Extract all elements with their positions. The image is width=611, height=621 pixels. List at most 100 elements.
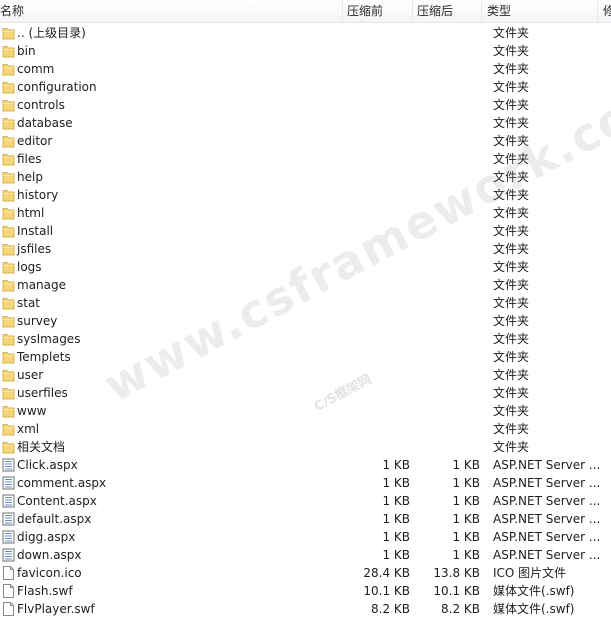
folder-icon xyxy=(2,386,15,400)
file-row[interactable]: xml 文件夹 xyxy=(0,420,611,438)
file-row[interactable]: database 文件夹 xyxy=(0,114,611,132)
file-name: xml xyxy=(17,422,40,436)
file-name: survey xyxy=(17,314,58,328)
file-type: 文件夹 xyxy=(493,152,530,166)
file-type: 文件夹 xyxy=(493,224,530,238)
file-row[interactable]: 相关文档 文件夹 xyxy=(0,438,611,456)
folder-icon xyxy=(2,422,15,436)
column-original-header[interactable]: 压缩后 xyxy=(417,4,453,18)
file-name: Flash.swf xyxy=(17,584,73,598)
file-compressed-size: 28.4 KB xyxy=(363,566,410,580)
column-compressed-header[interactable]: 压缩前 xyxy=(347,4,383,18)
file-row[interactable]: logs 文件夹 xyxy=(0,258,611,276)
column-name-header[interactable]: 名称 xyxy=(0,4,24,18)
file-name: userfiles xyxy=(17,386,68,400)
file-row[interactable]: Click.aspx 1 KB 1 KB ASP.NET Server ... xyxy=(0,456,611,474)
file-type: 媒体文件(.swf) xyxy=(493,584,575,598)
file-row[interactable]: userfiles 文件夹 xyxy=(0,384,611,402)
blank-file-icon xyxy=(2,566,15,580)
file-row[interactable]: default.aspx 1 KB 1 KB ASP.NET Server ... xyxy=(0,510,611,528)
file-type: 文件夹 xyxy=(493,386,530,400)
file-row[interactable]: help 文件夹 xyxy=(0,168,611,186)
folder-icon xyxy=(2,44,15,58)
file-original-size: 13.8 KB xyxy=(433,566,480,580)
file-compressed-size: 1 KB xyxy=(382,530,410,544)
column-divider[interactable] xyxy=(412,0,413,22)
folder-icon xyxy=(2,404,15,418)
folder-icon xyxy=(2,134,15,148)
file-type: 文件夹 xyxy=(493,296,530,310)
column-divider[interactable] xyxy=(597,0,598,22)
file-type: ICO 图片文件 xyxy=(493,566,567,580)
folder-icon xyxy=(2,242,15,256)
file-row[interactable]: controls 文件夹 xyxy=(0,96,611,114)
folder-icon xyxy=(2,116,15,130)
file-original-size: 1 KB xyxy=(452,512,480,526)
file-name: digg.aspx xyxy=(17,530,76,544)
file-row[interactable]: bin 文件夹 xyxy=(0,42,611,60)
file-row[interactable]: comm 文件夹 xyxy=(0,60,611,78)
folder-icon xyxy=(2,296,15,310)
file-name: Templets xyxy=(17,350,71,364)
file-row[interactable]: comment.aspx 1 KB 1 KB ASP.NET Server ... xyxy=(0,474,611,492)
file-row[interactable]: Install 文件夹 xyxy=(0,222,611,240)
file-row[interactable]: history 文件夹 xyxy=(0,186,611,204)
file-type: 文件夹 xyxy=(493,44,530,58)
file-row[interactable]: favicon.ico 28.4 KB 13.8 KB ICO 图片文件 xyxy=(0,564,611,582)
file-name: Click.aspx xyxy=(17,458,78,472)
file-name: Content.aspx xyxy=(17,494,97,508)
folder-icon xyxy=(2,350,15,364)
file-row[interactable]: down.aspx 1 KB 1 KB ASP.NET Server ... xyxy=(0,546,611,564)
folder-icon xyxy=(2,368,15,382)
file-row[interactable]: sysImages 文件夹 xyxy=(0,330,611,348)
file-original-size: 1 KB xyxy=(452,530,480,544)
file-row[interactable]: FlvPlayer.swf 8.2 KB 8.2 KB 媒体文件(.swf) xyxy=(0,600,611,618)
file-name: editor xyxy=(17,134,53,148)
column-modified-header[interactable]: 修 xyxy=(603,4,611,18)
file-row[interactable]: www 文件夹 xyxy=(0,402,611,420)
file-row[interactable]: user 文件夹 xyxy=(0,366,611,384)
column-divider[interactable] xyxy=(481,0,482,22)
file-row[interactable]: survey 文件夹 xyxy=(0,312,611,330)
file-row[interactable]: files 文件夹 xyxy=(0,150,611,168)
file-name: favicon.ico xyxy=(17,566,82,580)
folder-icon xyxy=(2,260,15,274)
file-row[interactable]: .. (上级目录) 文件夹 xyxy=(0,24,611,42)
file-row[interactable]: editor 文件夹 xyxy=(0,132,611,150)
file-type: 媒体文件(.swf) xyxy=(493,602,575,616)
file-compressed-size: 10.1 KB xyxy=(363,584,410,598)
file-name: sysImages xyxy=(17,332,81,346)
file-name: user xyxy=(17,368,44,382)
file-type: 文件夹 xyxy=(493,440,530,454)
file-compressed-size: 8.2 KB xyxy=(371,602,410,616)
file-type: ASP.NET Server ... xyxy=(493,476,601,490)
folder-icon xyxy=(2,332,15,346)
file-row[interactable]: jsfiles 文件夹 xyxy=(0,240,611,258)
file-row[interactable]: html 文件夹 xyxy=(0,204,611,222)
file-row[interactable]: stat 文件夹 xyxy=(0,294,611,312)
file-row[interactable]: digg.aspx 1 KB 1 KB ASP.NET Server ... xyxy=(0,528,611,546)
file-type: ASP.NET Server ... xyxy=(493,458,601,472)
file-row[interactable]: Flash.swf 10.1 KB 10.1 KB 媒体文件(.swf) xyxy=(0,582,611,600)
column-divider[interactable] xyxy=(342,0,343,22)
file-type: 文件夹 xyxy=(493,368,530,382)
file-type: 文件夹 xyxy=(493,188,530,202)
file-type: 文件夹 xyxy=(493,206,530,220)
folder-icon xyxy=(2,440,15,454)
column-type-header[interactable]: 类型 xyxy=(487,4,511,18)
file-row[interactable]: configuration 文件夹 xyxy=(0,78,611,96)
file-compressed-size: 1 KB xyxy=(382,476,410,490)
blank-file-icon xyxy=(2,602,15,616)
file-compressed-size: 1 KB xyxy=(382,548,410,562)
file-name: html xyxy=(17,206,45,220)
aspx-file-icon xyxy=(2,476,15,490)
aspx-file-icon xyxy=(2,458,15,472)
folder-icon xyxy=(2,80,15,94)
folder-icon xyxy=(2,188,15,202)
file-row[interactable]: Templets 文件夹 xyxy=(0,348,611,366)
file-name: .. (上级目录) xyxy=(17,26,86,40)
file-row[interactable]: manage 文件夹 xyxy=(0,276,611,294)
aspx-file-icon xyxy=(2,530,15,544)
file-row[interactable]: Content.aspx 1 KB 1 KB ASP.NET Server ... xyxy=(0,492,611,510)
file-original-size: 1 KB xyxy=(452,476,480,490)
